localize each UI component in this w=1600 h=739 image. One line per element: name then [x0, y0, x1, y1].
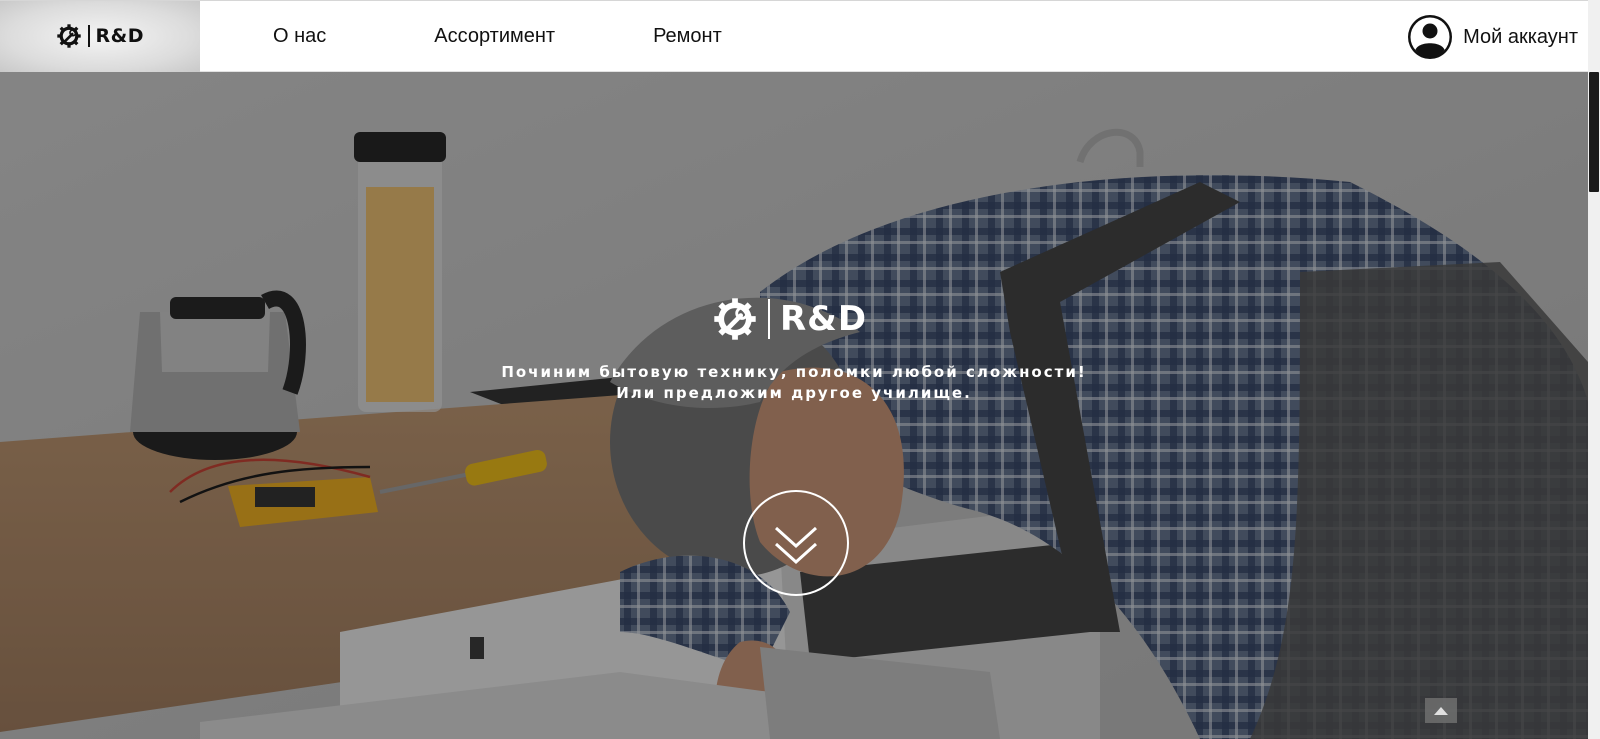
user-circle-icon	[1408, 15, 1453, 59]
header-logo[interactable]: R&D	[0, 0, 200, 72]
scrollbar-thumb[interactable]	[1589, 72, 1599, 192]
hero-tagline: Починим бытовую технику, поломки любой с…	[0, 362, 1588, 404]
hero-section: R&D Починим бытовую технику, поломки люб…	[0, 72, 1588, 739]
triangle-up-icon	[1434, 706, 1448, 715]
gear-wrench-icon	[714, 298, 756, 340]
back-to-top-button[interactable]	[1425, 698, 1457, 723]
scroll-down-button[interactable]	[743, 490, 849, 596]
main-nav: О нас Ассортимент Ремонт	[273, 25, 722, 48]
account-link[interactable]: Мой аккаунт	[1407, 14, 1578, 60]
hero-logo-divider	[768, 299, 770, 339]
site-header: R&D О нас Ассортимент Ремонт Мой аккаунт	[0, 0, 1588, 72]
logo-divider	[88, 25, 90, 47]
hero-tagline-line-1: Починим бытовую технику, поломки любой с…	[501, 363, 1087, 381]
nav-item-catalog[interactable]: Ассортимент	[434, 25, 555, 48]
nav-item-repair[interactable]: Ремонт	[653, 25, 722, 48]
hero-logo: R&D	[712, 296, 867, 342]
nav-item-about[interactable]: О нас	[273, 25, 326, 48]
double-chevron-down-icon	[774, 526, 818, 565]
account-label: Мой аккаунт	[1463, 25, 1578, 48]
page-scrollbar[interactable]	[1588, 0, 1600, 739]
hero-logo-text: R&D	[780, 299, 868, 339]
logo-text: R&D	[95, 25, 144, 47]
hero-dark-overlay	[0, 72, 1588, 739]
hero-tagline-line-2: Или предложим другое училище.	[616, 384, 972, 402]
gear-wrench-icon	[57, 24, 81, 48]
